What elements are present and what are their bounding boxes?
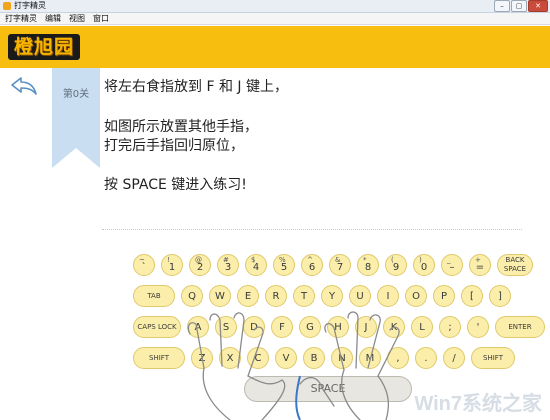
key-main-label: 2 — [196, 261, 204, 273]
instruction-line-3: 打完后手指回归原位， — [104, 138, 244, 154]
key-main-label: ` — [141, 261, 147, 273]
key-main-label: 9 — [392, 261, 400, 273]
instruction-line-2: 如图所示放置其他手指， — [104, 119, 258, 135]
logo: 橙旭园 — [8, 34, 81, 60]
key-row2-6: U — [349, 285, 371, 307]
back-arrow-icon[interactable] — [10, 76, 38, 96]
key-row1-8: * 8 — [357, 254, 379, 276]
key-row3-1: S — [215, 316, 237, 338]
key-row1-11: _ – — [441, 254, 463, 276]
lesson-label: 第0关 — [62, 89, 90, 100]
key-main-label: 6 — [308, 261, 316, 273]
key-row1-6: ^ 6 — [301, 254, 323, 276]
key-row4-6: M — [359, 347, 381, 369]
key-row4-0: Z — [191, 347, 213, 369]
menu-item-window[interactable]: 窗口 — [93, 13, 109, 24]
menu-bar: 打字精灵 编辑 视图 窗口 — [0, 13, 550, 25]
key-row4-7: , — [387, 347, 409, 369]
key-shift-left: SHIFT — [133, 347, 185, 369]
key-row1-0: ~ ` — [133, 254, 155, 276]
key-row4-8: . — [415, 347, 437, 369]
maximize-button[interactable]: ▢ — [511, 0, 527, 12]
key-main-label: 0 — [420, 261, 428, 273]
key-main-label: 7 — [336, 261, 344, 273]
key-row2-3: R — [265, 285, 287, 307]
key-main-label: = — [475, 261, 485, 273]
keyboard-row-home: CAPS LOCK A S D F G H J K L; ' ENTER — [133, 316, 550, 338]
key-main-label: 5 — [280, 261, 288, 273]
key-main-label: – — [449, 261, 455, 273]
instruction-line-4: 按 SPACE 键进入练习! — [104, 177, 247, 193]
window-controls: – ▢ ✕ — [494, 0, 548, 12]
lesson-ribbon: 第0关 — [52, 68, 100, 168]
key-row2-8: O — [405, 285, 427, 307]
key-row3-6: J — [355, 316, 377, 338]
key-row3-0: A — [187, 316, 209, 338]
key-row4-1: X — [219, 347, 241, 369]
key-backspace: BACK SPACE — [497, 254, 533, 276]
keyboard-row-top: TAB Q W E R T Y U I O P [] — [133, 285, 517, 307]
key-row3-8: L — [411, 316, 433, 338]
divider — [102, 229, 522, 230]
key-row3-3: F — [271, 316, 293, 338]
key-row3-2: D — [243, 316, 265, 338]
key-row1-10: ) 0 — [413, 254, 435, 276]
key-row2-2: E — [237, 285, 259, 307]
key-row4-3: V — [275, 347, 297, 369]
key-space: SPACE — [244, 376, 412, 402]
key-row2-7: I — [377, 285, 399, 307]
key-row2-11: ] — [489, 285, 511, 307]
key-row1-9: (9 — [385, 254, 407, 276]
key-row3-7: K — [383, 316, 405, 338]
key-row2-1: W — [209, 285, 231, 307]
key-row4-9: / — [443, 347, 465, 369]
key-row3-5: H — [327, 316, 349, 338]
close-button[interactable]: ✕ — [528, 0, 548, 12]
key-row4-4: B — [303, 347, 325, 369]
key-row1-2: @2 — [189, 254, 211, 276]
key-main-label: 3 — [224, 261, 232, 273]
key-row3-10: ' — [467, 316, 489, 338]
key-enter: ENTER — [495, 316, 545, 338]
key-row3-9: ; — [439, 316, 461, 338]
key-main-label: 1 — [168, 261, 176, 273]
key-row1-5: % 5 — [273, 254, 295, 276]
keyboard-row-number: ~ ` ! 1 @2 #3 $4 % 5 ^ 6 & 7 * 8 (9 ) 0 _ – + = BACK SPACE — [133, 254, 539, 276]
logo-text: 橙旭园 — [14, 36, 75, 58]
key-row1-7: & 7 — [329, 254, 351, 276]
key-row2-5: Y — [321, 285, 343, 307]
keyboard-row-bottom: SHIFT Z X C V B N M,. / SHIFT — [133, 347, 521, 369]
app-icon — [3, 2, 11, 10]
key-row4-5: N — [331, 347, 353, 369]
minimize-button[interactable]: – — [494, 0, 510, 12]
key-main-label: 4 — [252, 261, 260, 273]
menu-item-view[interactable]: 视图 — [69, 13, 85, 24]
key-row2-0: Q — [181, 285, 203, 307]
instruction-line-1: 将左右食指放到 F 和 J 键上， — [104, 79, 288, 95]
key-row2-10: [ — [461, 285, 483, 307]
key-row1-4: $4 — [245, 254, 267, 276]
key-row2-9: P — [433, 285, 455, 307]
key-row4-2: C — [247, 347, 269, 369]
header-banner: 橙旭园 — [0, 26, 550, 68]
key-row1-1: ! 1 — [161, 254, 183, 276]
key-caps-lock: CAPS LOCK — [133, 316, 181, 338]
window-title: 打字精灵 — [14, 1, 46, 10]
key-row3-4: G — [299, 316, 321, 338]
key-shift-right: SHIFT — [471, 347, 515, 369]
key-main-label: 8 — [364, 261, 372, 273]
key-row1-3: #3 — [217, 254, 239, 276]
key-row2-4: T — [293, 285, 315, 307]
menu-item-edit[interactable]: 编辑 — [45, 13, 61, 24]
title-bar: 打字精灵 – ▢ ✕ — [0, 0, 550, 13]
key-row1-12: + = — [469, 254, 491, 276]
menu-item-app[interactable]: 打字精灵 — [5, 13, 37, 24]
key-tab: TAB — [133, 285, 175, 307]
watermark: Win7系统之家 — [414, 393, 542, 415]
